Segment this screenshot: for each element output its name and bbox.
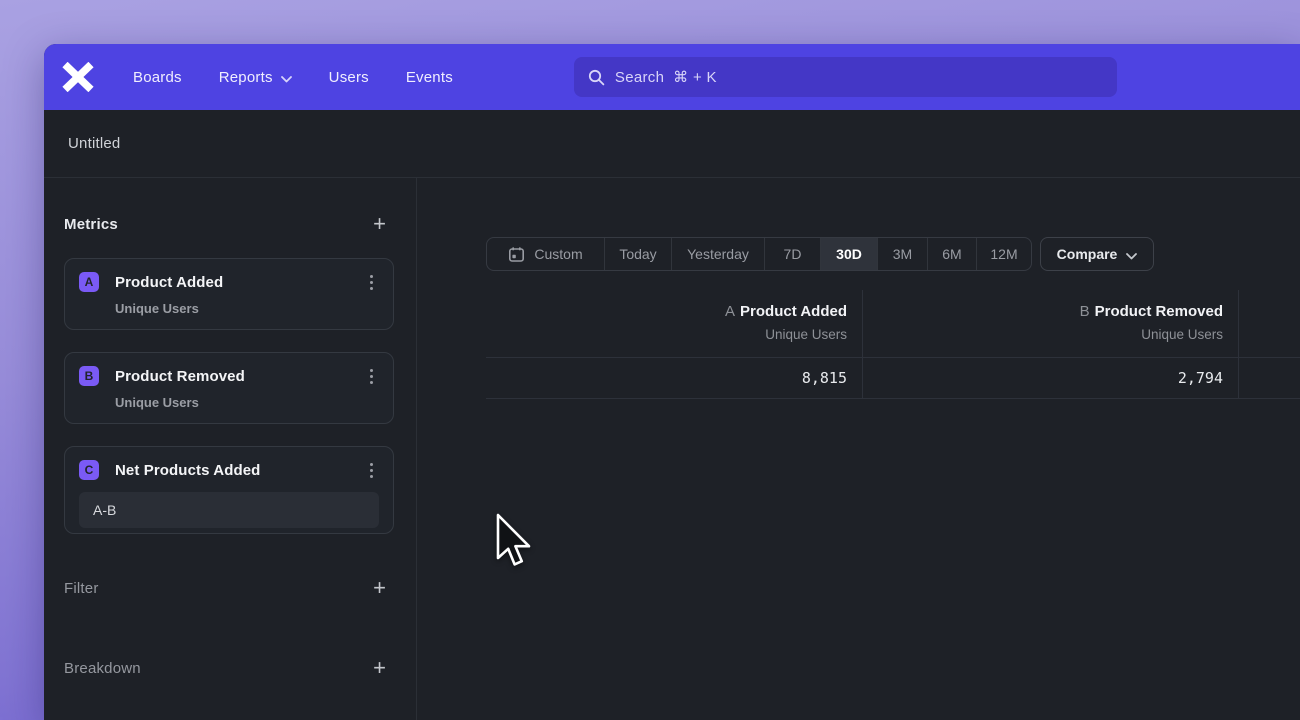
- column-header-empty: [1239, 290, 1300, 357]
- table-header-row: A Product Added Unique Users B Product Rem…: [486, 290, 1300, 358]
- metric-letter-badge: A: [79, 272, 99, 292]
- top-nav: Boards Reports Users Events: [44, 44, 1300, 110]
- compare-button[interactable]: Compare: [1040, 237, 1154, 271]
- metric-name: Product Added: [115, 274, 223, 291]
- search-input[interactable]: Search ⌘ + K: [574, 57, 1117, 97]
- add-metric-button[interactable]: +: [365, 214, 394, 234]
- column-measure: Unique Users: [486, 327, 847, 342]
- column-name: Product Removed: [1095, 303, 1223, 320]
- segment-label: 12M: [990, 246, 1017, 262]
- nav-item-label: Boards: [133, 69, 182, 86]
- search-placeholder: Search ⌘ + K: [615, 68, 717, 86]
- nav-item-label: Events: [406, 69, 453, 86]
- add-breakdown-button[interactable]: +: [365, 658, 394, 678]
- search-icon: [588, 69, 605, 86]
- column-header-b[interactable]: B Product Removed Unique Users: [863, 290, 1239, 357]
- results-panel: Custom Today Yesterday 7D 30D 3M 6M 12M …: [417, 178, 1300, 720]
- column-letter: B: [1080, 303, 1090, 320]
- chevron-down-icon: [281, 70, 292, 87]
- add-filter-button[interactable]: +: [365, 578, 394, 598]
- nav-item-label: Users: [329, 69, 369, 86]
- value-cell-b[interactable]: 2,794: [863, 358, 1239, 398]
- breakdown-title: Breakdown: [64, 660, 141, 677]
- metric-letter-badge: C: [79, 460, 99, 480]
- kebab-menu-icon[interactable]: [364, 273, 379, 292]
- column-measure: Unique Users: [863, 327, 1223, 342]
- nav-item-users[interactable]: Users: [329, 69, 369, 86]
- daterange-30d-selected[interactable]: 30D: [820, 238, 877, 270]
- metric-measure[interactable]: Unique Users: [115, 301, 379, 316]
- segment-label: 3M: [893, 246, 912, 262]
- formula-input[interactable]: A-B: [79, 492, 379, 528]
- column-name: Product Added: [740, 303, 847, 320]
- nav-item-boards[interactable]: Boards: [133, 69, 182, 86]
- segment-label: Today: [619, 246, 656, 262]
- calendar-icon: [508, 246, 525, 263]
- table-value-row: 8,815 2,794: [486, 358, 1300, 399]
- daterange-today[interactable]: Today: [604, 238, 671, 270]
- mouse-cursor-icon: [495, 512, 531, 581]
- metric-card-b[interactable]: B Product Removed Unique Users: [64, 352, 394, 424]
- metric-name: Product Removed: [115, 368, 245, 385]
- column-header-a[interactable]: A Product Added Unique Users: [486, 290, 863, 357]
- metric-card-a[interactable]: A Product Added Unique Users: [64, 258, 394, 330]
- desktop-background: Boards Reports Users Events: [0, 0, 1300, 720]
- daterange-6m[interactable]: 6M: [927, 238, 976, 270]
- value-cell-empty: [1239, 358, 1300, 398]
- mixpanel-logo-icon[interactable]: [60, 61, 96, 93]
- metrics-title: Metrics: [64, 216, 118, 233]
- metrics-results-table: A Product Added Unique Users B Product Rem…: [486, 290, 1300, 399]
- date-range-segmented-control: Custom Today Yesterday 7D 30D 3M 6M 12M: [486, 237, 1032, 271]
- app-window: Boards Reports Users Events: [44, 44, 1300, 720]
- filter-section-header: Filter +: [64, 574, 394, 602]
- segment-label: Yesterday: [687, 246, 749, 262]
- segment-label: 30D: [836, 246, 862, 262]
- kebab-menu-icon[interactable]: [364, 367, 379, 386]
- report-title-bar: Untitled: [44, 110, 1300, 178]
- date-range-controls: Custom Today Yesterday 7D 30D 3M 6M 12M …: [486, 237, 1154, 271]
- chevron-down-icon: [1126, 247, 1137, 263]
- metrics-section-header: Metrics +: [64, 210, 394, 238]
- metric-measure[interactable]: Unique Users: [115, 395, 379, 410]
- daterange-3m[interactable]: 3M: [877, 238, 927, 270]
- query-builder-sidebar: Metrics + A Product Added Unique Users B…: [44, 178, 417, 720]
- metric-value: 8,815: [802, 369, 847, 387]
- segment-label: 7D: [784, 246, 802, 262]
- nav-item-label: Reports: [219, 69, 273, 86]
- nav-items: Boards Reports Users Events: [133, 68, 453, 87]
- value-cell-a[interactable]: 8,815: [486, 358, 863, 398]
- report-title[interactable]: Untitled: [68, 135, 120, 152]
- nav-item-reports[interactable]: Reports: [219, 68, 292, 87]
- metric-name: Net Products Added: [115, 462, 260, 479]
- segment-label: 6M: [942, 246, 961, 262]
- column-letter: A: [725, 303, 735, 320]
- daterange-7d[interactable]: 7D: [764, 238, 820, 270]
- metric-value: 2,794: [1178, 369, 1223, 387]
- filter-title: Filter: [64, 580, 99, 597]
- metric-card-c[interactable]: C Net Products Added A-B: [64, 446, 394, 534]
- nav-item-events[interactable]: Events: [406, 69, 453, 86]
- daterange-12m[interactable]: 12M: [976, 238, 1031, 270]
- breakdown-section-header: Breakdown +: [64, 654, 394, 682]
- daterange-custom[interactable]: Custom: [487, 238, 604, 270]
- daterange-yesterday[interactable]: Yesterday: [671, 238, 764, 270]
- segment-label: Custom: [534, 246, 582, 262]
- kebab-menu-icon[interactable]: [364, 461, 379, 480]
- metric-letter-badge: B: [79, 366, 99, 386]
- compare-label: Compare: [1057, 246, 1118, 262]
